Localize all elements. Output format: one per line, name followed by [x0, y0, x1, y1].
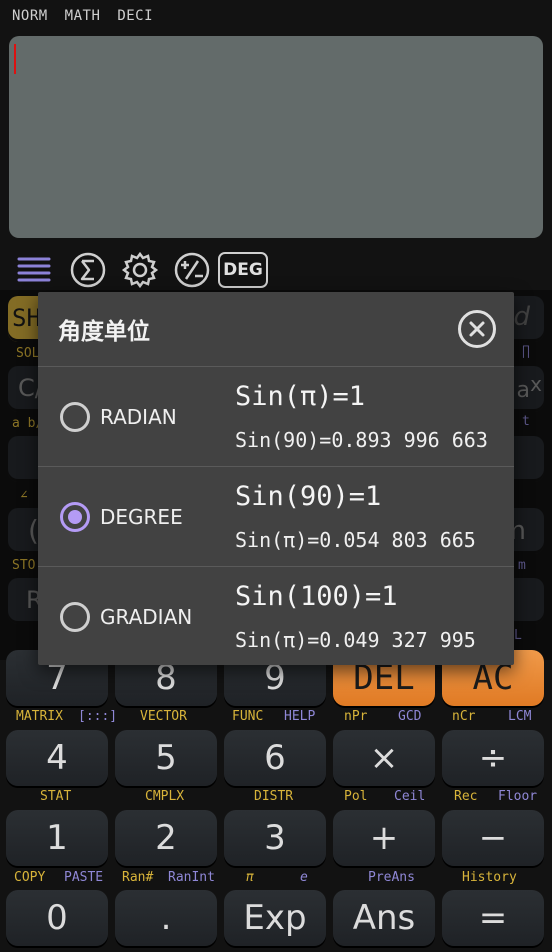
- label-history: History: [462, 870, 517, 885]
- label-floor: Floor: [498, 789, 538, 804]
- mode-math: MATH: [64, 8, 101, 24]
- option-example-sub: Sin(π)=0.049 327 995: [235, 628, 476, 652]
- option-gradian[interactable]: GRADIAN Sin(100)=1 Sin(π)=0.049 327 995: [38, 566, 514, 666]
- label-matrix: MATRIX: [16, 709, 63, 724]
- label-distr: DISTR: [254, 789, 294, 804]
- label-pi: π: [246, 870, 254, 885]
- sigma-icon[interactable]: [68, 250, 108, 290]
- mode-norm: NORM: [12, 8, 48, 24]
- close-icon: [469, 321, 485, 337]
- option-example-main: Sin(100)=1: [235, 581, 398, 612]
- option-degree[interactable]: DEGREE Sin(90)=1 Sin(π)=0.054 803 665: [38, 466, 514, 566]
- angle-unit-button[interactable]: DEG: [218, 250, 268, 290]
- key-decimal[interactable]: .: [115, 890, 217, 946]
- key-ans[interactable]: Ans: [333, 890, 435, 946]
- label-vector: VECTOR: [140, 709, 187, 724]
- option-label: GRADIAN: [100, 605, 193, 629]
- option-example-main: Sin(90)=1: [235, 481, 382, 512]
- gear-icon[interactable]: [120, 250, 160, 290]
- label-help: HELP: [284, 709, 316, 724]
- key-plus[interactable]: +: [333, 810, 435, 866]
- option-example-sub: Sin(90)=0.893 996 663: [235, 428, 488, 452]
- plus-minus-icon[interactable]: [172, 250, 212, 290]
- calculator-display[interactable]: [9, 36, 543, 238]
- angle-unit-dialog: 角度单位 RADIAN Sin(π)=1 Sin(90)=0.893 996 6…: [38, 292, 514, 665]
- label-ran: Ran#: [122, 870, 154, 885]
- key-4[interactable]: 4: [6, 730, 108, 786]
- dialog-title: 角度单位: [58, 319, 150, 345]
- key-1[interactable]: 1: [6, 810, 108, 866]
- key-divide[interactable]: ÷: [442, 730, 544, 786]
- radio-degree[interactable]: [60, 502, 90, 532]
- key-5[interactable]: 5: [115, 730, 217, 786]
- key-equals[interactable]: =: [442, 890, 544, 946]
- mode-deci: DECI: [117, 8, 154, 24]
- label-e: e: [300, 870, 308, 885]
- radio-gradian[interactable]: [60, 602, 90, 632]
- label-rec: Rec: [454, 789, 478, 804]
- menu-icon[interactable]: [14, 250, 54, 290]
- matrix-icon: [:::]: [78, 709, 118, 724]
- label-paste: PASTE: [64, 870, 104, 885]
- close-button[interactable]: [458, 310, 496, 348]
- label-gcd: GCD: [398, 709, 422, 724]
- label-stat: STAT: [40, 789, 72, 804]
- text-cursor: [14, 44, 16, 74]
- radio-radian[interactable]: [60, 402, 90, 432]
- option-example-sub: Sin(π)=0.054 803 665: [235, 528, 476, 552]
- deg-label: DEG: [218, 252, 268, 288]
- label-copy: COPY: [14, 870, 46, 885]
- option-label: RADIAN: [100, 405, 177, 429]
- key-multiply[interactable]: ×: [333, 730, 435, 786]
- key-6[interactable]: 6: [224, 730, 326, 786]
- key-3[interactable]: 3: [224, 810, 326, 866]
- label-cmplx: CMPLX: [145, 789, 185, 804]
- option-label: DEGREE: [100, 505, 183, 529]
- key-exp[interactable]: Exp: [224, 890, 326, 946]
- label-ceil: Ceil: [394, 789, 426, 804]
- key-2[interactable]: 2: [115, 810, 217, 866]
- option-example-main: Sin(π)=1: [235, 381, 366, 412]
- key-0[interactable]: 0: [6, 890, 108, 946]
- label-preans: PreAns: [368, 870, 415, 885]
- option-radian[interactable]: RADIAN Sin(π)=1 Sin(90)=0.893 996 663: [38, 366, 514, 466]
- key-minus[interactable]: −: [442, 810, 544, 866]
- label-func: FUNC: [232, 709, 264, 724]
- label-pol: Pol: [344, 789, 368, 804]
- status-modes: NORM MATH DECI: [12, 8, 161, 24]
- label-ranint: RanInt: [168, 870, 215, 885]
- label-ncr: nCr: [452, 709, 476, 724]
- label-npr: nPr: [344, 709, 368, 724]
- label-lcm: LCM: [508, 709, 532, 724]
